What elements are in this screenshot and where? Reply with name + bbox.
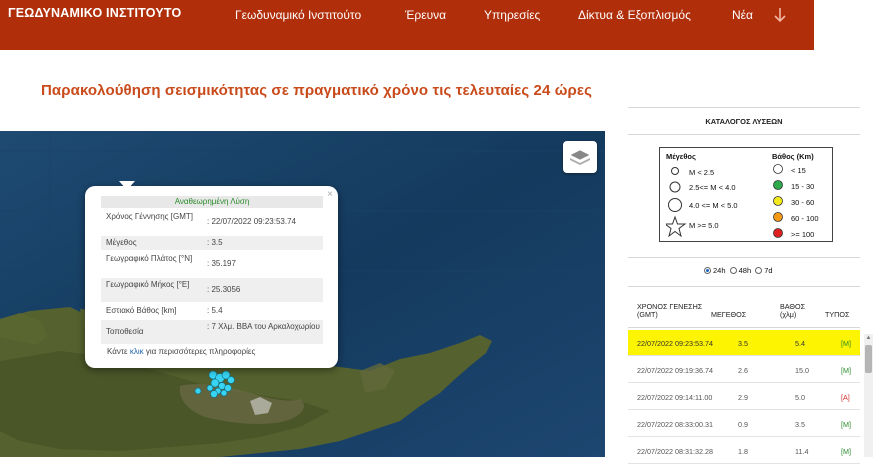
popup-row-origin-time: Χρόνος Γέννησης [GMT] : 22/07/2022 09:23…	[101, 210, 323, 234]
legend-depth-item: 30 - 60	[791, 198, 815, 207]
popup-label: Χρόνος Γέννησης [GMT]	[106, 212, 193, 221]
nav-item-networks[interactable]: Δίκτυα & Εξοπλισμός	[578, 8, 691, 22]
popup-label: Μέγεθος	[106, 238, 137, 247]
radio-unselected-icon	[729, 267, 737, 274]
popup-row-depth: Εστιακό Βάθος [km] : 5.4	[101, 304, 323, 318]
table-row[interactable]: 22/07/2022 08:31:32.28 1.8 11.4 [M]	[628, 438, 860, 464]
nav-item-institute[interactable]: Γεωδυναμικό Ινστιτούτο	[235, 8, 361, 22]
popup-value: : 3.5	[207, 238, 223, 247]
popup-title: Αναθεωρημένη Λύση	[101, 196, 323, 208]
col-header-type: ΤΥΠΟΣ	[825, 310, 850, 319]
popup-row-longitude: Γεωγραφικό Μήκος [°E] : 25.3056	[101, 278, 323, 302]
radio-48h[interactable]: 48h	[729, 266, 751, 275]
layers-icon	[569, 149, 591, 165]
event-popup: × Αναθεωρημένη Λύση Χρόνος Γέννησης [GMT…	[85, 186, 338, 368]
divider	[628, 257, 860, 258]
popup-label: Τοποθεσία	[106, 327, 144, 336]
type-badge: [M]	[841, 447, 851, 456]
popup-label: Γεωγραφικό Μήκος [°E]	[106, 280, 190, 289]
depth-color-dots	[773, 164, 783, 238]
popup-row-location: Τοποθεσία : 7 Χλμ. ΒΒΑ του Αρκαλοχωρίου	[101, 320, 323, 344]
divider	[628, 107, 860, 108]
scroll-up-icon[interactable]: ▲	[865, 334, 872, 342]
scrollbar-thumb[interactable]	[865, 345, 872, 373]
table-row[interactable]: 22/07/2022 09:23:53.74 3.5 5.4 [M]	[628, 330, 860, 356]
popup-value: : 35.197	[207, 259, 236, 268]
top-navigation-bar: ΓΕΩΔΥΝΑΜΙΚΟ ΙΝΣΤΙΤΟΥΤΟ Γεωδυναμικό Ινστι…	[0, 0, 814, 50]
more-info-link[interactable]: κλικ	[130, 347, 144, 356]
time-filter: 24h 48h 7d	[704, 266, 775, 275]
legend-magnitude-header: Μέγεθος	[666, 152, 696, 161]
map-legend: Μέγεθος M < 2.5 2.5<= M < 4.0 4.0 <= M <…	[659, 147, 833, 242]
legend-depth-item: < 15	[791, 166, 806, 175]
popup-value: : 5.4	[207, 306, 223, 315]
popup-row-magnitude: Μέγεθος : 3.5	[101, 236, 323, 250]
page-title: Παρακολούθηση σεισμικότητας σε πραγματικ…	[41, 82, 592, 99]
radio-24h[interactable]: 24h	[704, 266, 726, 275]
legend-mag-item: M >= 5.0	[689, 221, 719, 230]
nav-item-services[interactable]: Υπηρεσίες	[484, 8, 540, 22]
legend-depth-header: Βάθος (Km)	[772, 152, 814, 161]
popup-pointer	[119, 181, 135, 190]
legend-depth-item: 15 - 30	[791, 182, 815, 191]
popup-label: Εστιακό Βάθος [km]	[106, 306, 177, 315]
radio-selected-icon	[704, 267, 711, 274]
divider	[628, 327, 860, 328]
legend-mag-item: 2.5<= M < 4.0	[689, 183, 736, 192]
popup-value: : 25.3056	[207, 285, 241, 294]
arrow-down-icon[interactable]	[773, 6, 787, 24]
radio-unselected-icon	[755, 267, 763, 274]
nav-item-research[interactable]: Έρευνα	[405, 8, 446, 22]
popup-label: Γεωγραφικό Πλάτος [°N]	[106, 254, 193, 263]
catalog-title: ΚΑΤΑΛΟΓΟΣ ΛΥΣΕΩΝ	[705, 117, 783, 126]
popup-row-latitude: Γεωγραφικό Πλάτος [°N] : 35.197	[101, 252, 323, 276]
radio-7d[interactable]: 7d	[755, 266, 773, 275]
close-icon[interactable]: ×	[327, 189, 333, 200]
col-header-time: ΧΡΟΝΟΣ ΓΕΝΕΣΗΣ (GMT)	[637, 302, 703, 319]
divider	[628, 286, 860, 287]
type-badge: [A]	[841, 393, 850, 402]
table-row[interactable]: 22/07/2022 09:14:11.00 2.9 5.0 [A]	[628, 384, 860, 410]
type-badge: [M]	[841, 420, 851, 429]
legend-depth-item: 60 - 100	[791, 214, 819, 223]
nav-item-news[interactable]: Νέα	[732, 8, 753, 22]
main-nav: Γεωδυναμικό Ινστιτούτο Έρευνα Υπηρεσίες …	[0, 8, 814, 24]
legend-depth-item: >= 100	[791, 230, 815, 239]
legend-mag-item: M < 2.5	[689, 168, 715, 177]
layers-button[interactable]	[563, 141, 597, 173]
divider	[628, 134, 860, 135]
popup-value: : 7 Χλμ. ΒΒΑ του Αρκαλοχωρίου	[207, 322, 320, 331]
table-row[interactable]: 22/07/2022 09:19:36.74 2.6 15.0 [M]	[628, 357, 860, 383]
table-row[interactable]: 22/07/2022 08:33:00.31 0.9 3.5 [M]	[628, 411, 860, 437]
legend-mag-item: 4.0 <= M < 5.0	[689, 201, 738, 210]
type-badge: [M]	[841, 366, 851, 375]
popup-more-info: Κάντε κλικ για περισσότερες πληροφορίες	[107, 347, 256, 356]
col-header-depth: ΒΑΘΟΣ (χλμ)	[780, 302, 806, 319]
type-badge: [M]	[841, 339, 851, 348]
col-header-magnitude: ΜΕΓΕΘΟΣ	[711, 310, 747, 319]
popup-value: : 22/07/2022 09:23:53.74	[207, 217, 296, 226]
